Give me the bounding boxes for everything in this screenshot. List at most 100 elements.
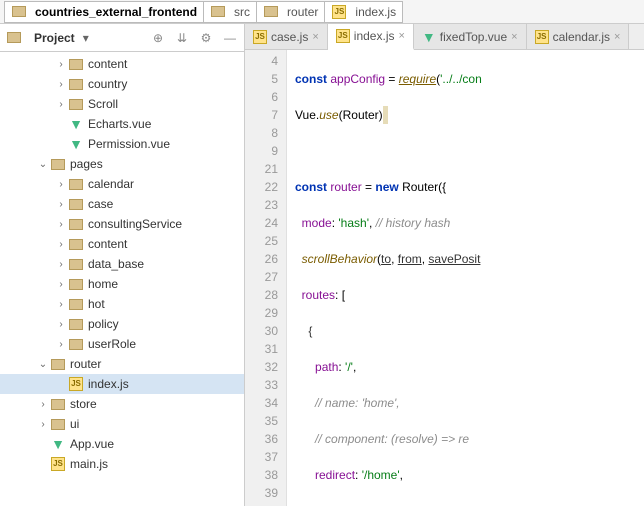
tree-label: pages: [70, 157, 103, 171]
expand-icon[interactable]: ›: [54, 299, 68, 310]
expand-icon[interactable]: ⌄: [36, 159, 50, 170]
editor-tabs[interactable]: JScase.js×JSindex.js×▼fixedTop.vue×JScal…: [245, 24, 644, 50]
tree-node[interactable]: › data_base: [0, 254, 244, 274]
tree-label: userRole: [88, 337, 136, 351]
expand-icon[interactable]: ⌄: [36, 359, 50, 370]
breadcrumb: countries_external_frontend src router J…: [0, 0, 644, 24]
tree-node[interactable]: ·JSindex.js: [0, 374, 244, 394]
tree-label: calendar: [88, 177, 134, 191]
tree-node[interactable]: › userRole: [0, 334, 244, 354]
crumb-src[interactable]: src: [203, 1, 257, 23]
gutter: 4567892122232425262728293031323334353637…: [245, 50, 287, 506]
vue-icon: ▼: [68, 136, 84, 152]
tree-node[interactable]: ·▼Permission.vue: [0, 134, 244, 154]
tree-label: Scroll: [88, 97, 118, 111]
editor-tab[interactable]: JScase.js×: [245, 24, 328, 49]
tree-label: hot: [88, 297, 105, 311]
hide-icon[interactable]: —: [222, 30, 238, 46]
expand-icon[interactable]: ›: [54, 319, 68, 330]
editor-tab[interactable]: ▼fixedTop.vue×: [414, 24, 527, 49]
tree-node[interactable]: › country: [0, 74, 244, 94]
tree-label: policy: [88, 317, 119, 331]
dir-icon: [68, 236, 84, 252]
tree-label: Echarts.vue: [88, 117, 151, 131]
editor-tab[interactable]: JScalendar.js×: [527, 24, 630, 49]
tree-label: home: [88, 277, 118, 291]
file-tree[interactable]: ›content›country›Scroll·▼Echarts.vue·▼Pe…: [0, 52, 244, 506]
tree-label: App.vue: [70, 437, 114, 451]
expand-icon[interactable]: ›: [54, 179, 68, 190]
tree-node[interactable]: › content: [0, 234, 244, 254]
tree-label: store: [70, 397, 97, 411]
close-icon[interactable]: ×: [312, 31, 318, 43]
crumb-root[interactable]: countries_external_frontend: [4, 1, 204, 23]
dir-icon: [50, 396, 66, 412]
panel-title: Project: [34, 31, 75, 45]
close-icon[interactable]: ×: [511, 31, 517, 43]
dir-icon: [68, 336, 84, 352]
tree-label: content: [88, 237, 127, 251]
tree-label: country: [88, 77, 127, 91]
dir-icon: [68, 56, 84, 72]
tree-node[interactable]: › consultingService: [0, 214, 244, 234]
tab-label: case.js: [271, 30, 308, 44]
tree-node[interactable]: › Scroll: [0, 94, 244, 114]
close-icon[interactable]: ×: [614, 31, 620, 43]
editor-area: JScase.js×JSindex.js×▼fixedTop.vue×JScal…: [245, 24, 644, 506]
expand-icon[interactable]: ›: [54, 259, 68, 270]
close-icon[interactable]: ×: [398, 30, 404, 42]
dir-icon: [68, 216, 84, 232]
tree-node[interactable]: › calendar: [0, 174, 244, 194]
tree-label: ui: [70, 417, 79, 431]
tree-label: consultingService: [88, 217, 182, 231]
tree-node[interactable]: › hot: [0, 294, 244, 314]
expand-icon[interactable]: ›: [54, 79, 68, 90]
expand-icon[interactable]: ›: [54, 199, 68, 210]
dir-icon: [50, 416, 66, 432]
tree-label: Permission.vue: [88, 137, 170, 151]
tree-label: main.js: [70, 457, 108, 471]
tree-node[interactable]: › policy: [0, 314, 244, 334]
crumb-file[interactable]: JSindex.js: [324, 1, 403, 23]
expand-icon[interactable]: ›: [54, 279, 68, 290]
tree-node[interactable]: › home: [0, 274, 244, 294]
tree-label: router: [70, 357, 101, 371]
tree-node[interactable]: › content: [0, 54, 244, 74]
tree-node[interactable]: ·JSmain.js: [0, 454, 244, 474]
expand-icon[interactable]: ›: [54, 99, 68, 110]
tab-label: fixedTop.vue: [440, 30, 507, 44]
dir-icon: [68, 276, 84, 292]
tree-node[interactable]: ⌄ pages: [0, 154, 244, 174]
tree-node[interactable]: › ui: [0, 414, 244, 434]
expand-icon[interactable]: ›: [36, 399, 50, 410]
editor-tab[interactable]: JS index.js×: [328, 24, 414, 50]
tree-node[interactable]: ·▼App.vue: [0, 434, 244, 454]
js-icon: JS: [50, 456, 66, 472]
dir-icon: [68, 176, 84, 192]
gear-icon[interactable]: ⚙: [198, 30, 214, 46]
project-panel-header[interactable]: Project ▾ ⊕ ⇊ ⚙ —: [0, 24, 244, 52]
vue-icon: ▼: [50, 436, 66, 452]
tree-node[interactable]: › store: [0, 394, 244, 414]
expand-icon[interactable]: ›: [54, 219, 68, 230]
expand-icon[interactable]: ›: [54, 239, 68, 250]
chevron-down-icon[interactable]: ▾: [83, 31, 89, 45]
js-icon: JS: [535, 30, 549, 44]
expand-icon[interactable]: ›: [54, 339, 68, 350]
dir-icon: [68, 196, 84, 212]
expand-icon[interactable]: ›: [36, 419, 50, 430]
code-content[interactable]: const appConfig = require('../../con Vue…: [287, 50, 644, 506]
vue-icon: ▼: [68, 116, 84, 132]
tree-label: content: [88, 57, 127, 71]
crumb-router[interactable]: router: [256, 1, 325, 23]
tree-label: data_base: [88, 257, 144, 271]
collapse-icon[interactable]: ⇊: [174, 30, 190, 46]
tree-node[interactable]: ⌄ router: [0, 354, 244, 374]
tab-label: index.js: [354, 29, 395, 43]
expand-icon[interactable]: ›: [54, 59, 68, 70]
tree-node[interactable]: ·▼Echarts.vue: [0, 114, 244, 134]
js-icon: JS: [336, 29, 350, 43]
target-icon[interactable]: ⊕: [150, 30, 166, 46]
tree-node[interactable]: ›case: [0, 194, 244, 214]
project-sidebar: Project ▾ ⊕ ⇊ ⚙ — › content › country › Scrol…: [0, 24, 245, 506]
